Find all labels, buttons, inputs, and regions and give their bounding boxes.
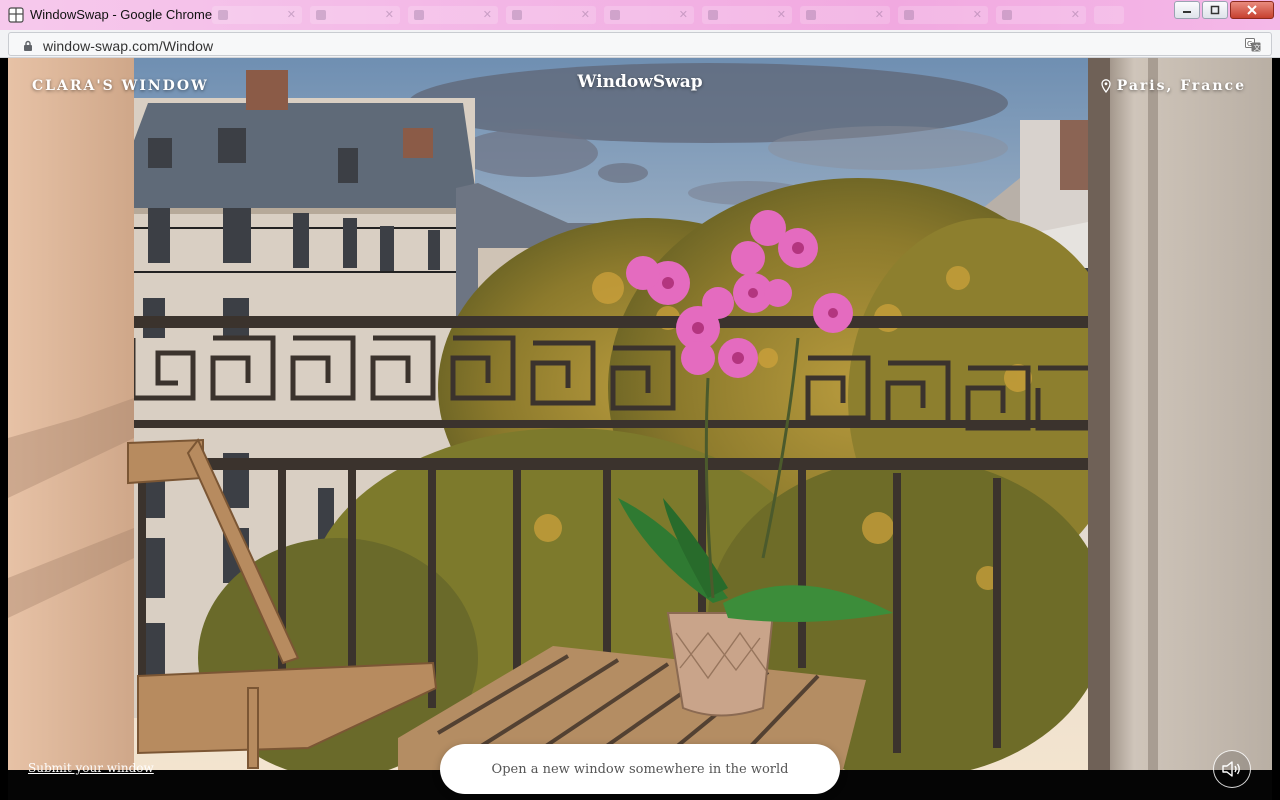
page-viewport: Clara's Window WindowSwap Paris, France … [8,58,1272,800]
browser-tab[interactable]: ✕ [702,6,792,24]
sound-toggle-button[interactable] [1213,750,1251,788]
browser-tab[interactable]: ✕ [898,6,988,24]
window-title: WindowSwap - Google Chrome [30,7,213,22]
maximize-button[interactable] [1202,1,1228,19]
open-new-window-button[interactable]: Open a new window somewhere in the world [440,744,840,794]
browser-tab[interactable]: ✕ [996,6,1086,24]
close-button[interactable] [1230,1,1274,19]
new-tab-button[interactable] [1094,6,1124,24]
minimize-button[interactable] [1174,1,1200,19]
maximize-icon [1210,5,1220,15]
close-icon [1247,5,1257,15]
brand-logo[interactable]: WindowSwap [8,72,1272,92]
browser-tab[interactable]: ✕ [408,6,498,24]
location-pin-icon [1101,79,1111,93]
browser-tab[interactable]: ✕ [506,6,596,24]
svg-text:文: 文 [1254,43,1261,52]
browser-tab[interactable]: ✕ [604,6,694,24]
window-view-video [8,58,1272,770]
location-label: Paris, France [1101,78,1246,94]
address-bar: window-swap.com/Window G 文 [0,30,1280,58]
url-field[interactable]: window-swap.com/Window G 文 [8,32,1272,56]
browser-tab[interactable]: ✕ [800,6,890,24]
window-titlebar[interactable]: WindowSwap - Google Chrome ✕ ✕ ✕ ✕ ✕ ✕ ✕… [0,0,1280,30]
browser-app-icon [8,7,24,23]
url-text: window-swap.com/Window [43,38,214,54]
window-controls [1174,1,1274,19]
svg-text:G: G [1247,40,1252,48]
lock-icon [24,40,32,51]
submit-window-link[interactable]: Submit your window [28,761,154,775]
minimize-icon [1183,11,1191,13]
translate-icon[interactable]: G 文 [1245,38,1261,52]
browser-tab[interactable]: ✕ [212,6,302,24]
browser-tab[interactable]: ✕ [310,6,400,24]
speaker-icon [1222,761,1240,777]
location-text: Paris, France [1116,78,1246,94]
